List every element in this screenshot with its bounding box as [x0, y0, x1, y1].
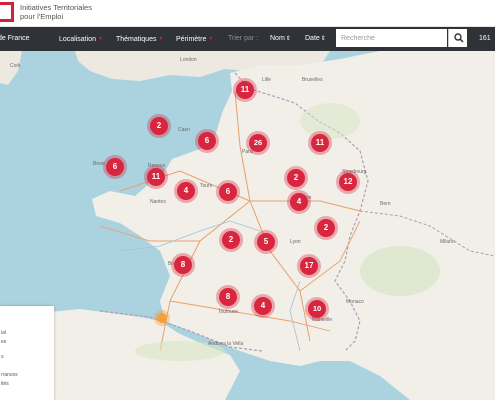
map-cluster-marker[interactable]: 6	[219, 183, 237, 201]
logo-icon[interactable]	[0, 2, 14, 22]
legend-item[interactable]: ités	[1, 381, 9, 387]
map-cluster-marker[interactable]: 4	[177, 182, 195, 200]
search-button[interactable]	[448, 29, 467, 47]
map-cluster-marker[interactable]: 12	[339, 173, 357, 191]
caret-down-icon: ▼	[97, 36, 103, 42]
map-label: Cork	[10, 63, 21, 69]
logo-line-1: Initiatives Territoriales	[20, 3, 92, 12]
map-label: Lille	[262, 77, 271, 83]
map-label: Milano	[440, 239, 455, 245]
nav-item-localisation[interactable]: Localisation ▼	[59, 27, 103, 51]
legend-item[interactable]: ial	[1, 330, 6, 336]
map-cluster-marker[interactable]: 17	[300, 257, 318, 275]
map-label: Bruxelles	[302, 77, 323, 83]
caret-down-icon: ▼	[208, 36, 214, 42]
map-cluster-marker[interactable]: 5	[257, 233, 275, 251]
logo-line-2: pour l'Emploi	[20, 12, 64, 21]
map-cluster-marker[interactable]: 10	[308, 300, 326, 318]
legend-item[interactable]: s	[1, 354, 4, 360]
map-cluster-marker[interactable]: 11	[147, 168, 165, 186]
map-cluster-marker[interactable]: 2	[150, 117, 168, 135]
map-label: Bern	[380, 201, 391, 207]
nav-item-thematiques[interactable]: Thématiques ▼	[116, 27, 163, 51]
map-cluster-marker[interactable]: 8	[219, 288, 237, 306]
map-cluster-marker[interactable]: 8	[174, 256, 192, 274]
map-label: Caen	[178, 127, 190, 133]
map-label: Andorra la Vella	[208, 341, 244, 347]
map-cluster-marker[interactable]: 6	[198, 132, 216, 150]
sort-by-name-button[interactable]: Nom⇕	[270, 27, 291, 51]
search-input[interactable]	[336, 29, 447, 47]
nav-item-label: Localisation	[59, 36, 96, 43]
legend-panel: ial es s rrances ités	[0, 306, 54, 400]
map-cluster-marker[interactable]: 6	[106, 158, 124, 176]
map-cluster-marker[interactable]: 2	[222, 231, 240, 249]
results-count: 161	[479, 35, 491, 42]
map-label: Monaco	[346, 299, 364, 305]
sort-arrows-icon: ⇕	[285, 36, 291, 42]
nav-item-label: Thématiques	[116, 36, 157, 43]
map-label: Nantes	[150, 199, 166, 205]
sort-date-label: Date	[305, 35, 320, 42]
sort-by-date-button[interactable]: Date⇕	[305, 27, 326, 51]
sort-arrows-icon: ⇕	[320, 36, 326, 42]
nav-item-france[interactable]: de France	[0, 27, 30, 51]
map-view[interactable]: Cork London Lille Bruxelles Caen Paris B…	[0, 51, 495, 400]
nav-item-label: Périmètre	[176, 36, 207, 43]
map-location-marker[interactable]	[157, 313, 167, 323]
map-basemap	[0, 51, 495, 400]
map-label: London	[180, 57, 197, 63]
map-cluster-marker[interactable]: 4	[254, 297, 272, 315]
sort-name-label: Nom	[270, 35, 285, 42]
app-header: Initiatives Territoriales pour l'Emploi	[0, 0, 495, 27]
map-cluster-marker[interactable]: 11	[311, 134, 329, 152]
nav-item-perimetre[interactable]: Périmètre ▼	[176, 27, 213, 51]
map-cluster-marker[interactable]: 2	[287, 169, 305, 187]
map-cluster-marker[interactable]: 11	[236, 81, 254, 99]
map-label: Tours	[200, 183, 213, 189]
map-label: Lyon	[290, 239, 301, 245]
search-icon	[454, 33, 464, 43]
map-cluster-marker[interactable]: 4	[290, 193, 308, 211]
map-cluster-marker[interactable]: 2	[317, 219, 335, 237]
map-label: Brest	[93, 161, 105, 167]
map-cluster-marker[interactable]: 26	[249, 134, 267, 152]
map-label: Toulouse	[218, 309, 239, 315]
logo-text[interactable]: Initiatives Territoriales pour l'Emploi	[20, 3, 92, 21]
legend-item[interactable]: rrances	[1, 372, 18, 378]
caret-down-icon: ▼	[158, 36, 164, 42]
sort-label: Trier par :	[228, 35, 259, 42]
legend-item[interactable]: es	[1, 339, 6, 345]
